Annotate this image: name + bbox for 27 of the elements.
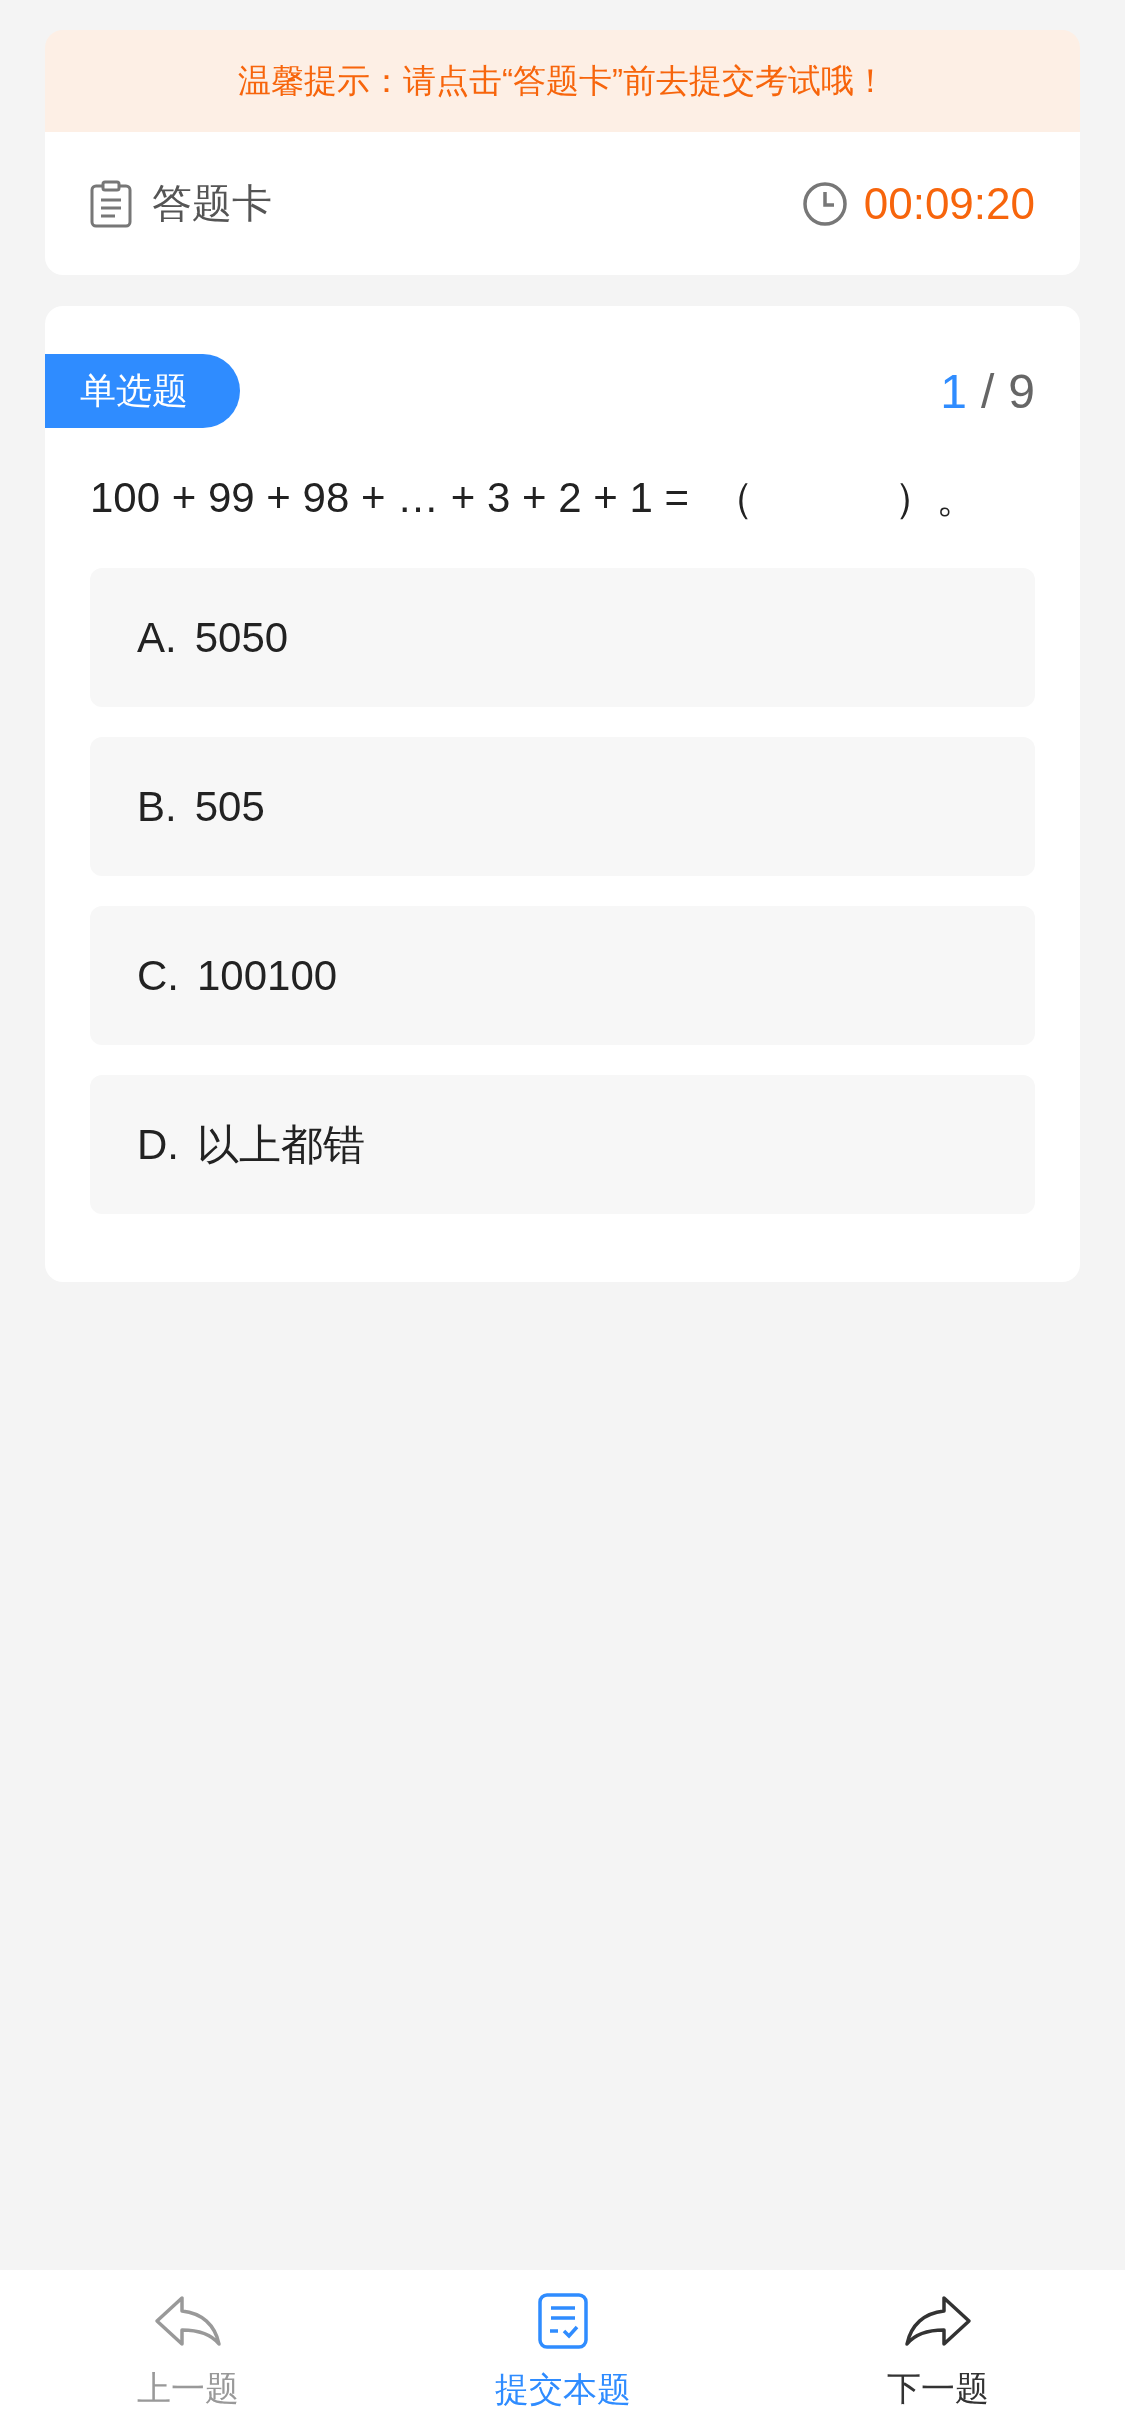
answer-card-title[interactable]: 答题卡 bbox=[152, 176, 802, 231]
option-text: 100100 bbox=[197, 951, 338, 1000]
forward-arrow-icon bbox=[902, 2294, 973, 2348]
option-text: 505 bbox=[194, 782, 265, 831]
current-question-number: 1 bbox=[940, 363, 967, 419]
notice-text: 温馨提示：请点击“答题卡”前去提交考试哦！ bbox=[238, 60, 887, 101]
document-check-icon bbox=[537, 2293, 588, 2349]
option-text: 以上都错 bbox=[197, 1119, 365, 1170]
total-question-count: 9 bbox=[1008, 363, 1035, 419]
answer-option[interactable]: C. 100100 bbox=[90, 906, 1035, 1045]
question-type-tag: 单选题 bbox=[45, 354, 240, 428]
option-letter: D. bbox=[137, 1120, 179, 1169]
clipboard-icon bbox=[90, 179, 132, 228]
clock-icon bbox=[801, 180, 848, 227]
option-letter: C. bbox=[137, 951, 179, 1000]
counter-separator: / bbox=[980, 363, 995, 419]
next-button[interactable]: 下一题 bbox=[750, 2294, 1125, 2412]
answer-option[interactable]: A. 5050 bbox=[90, 568, 1035, 707]
option-letter: B. bbox=[137, 782, 177, 831]
question-text: 100 + 99 + 98 + … + 3 + 2 + 1 = （ ）。 bbox=[89, 473, 980, 523]
option-text: 5050 bbox=[194, 613, 289, 662]
answer-option[interactable]: D. 以上都错 bbox=[90, 1075, 1035, 1214]
answer-option[interactable]: B. 505 bbox=[90, 737, 1035, 876]
answer-card-bar[interactable]: 答题卡 00:09:20 bbox=[45, 132, 1080, 275]
reply-arrow-icon bbox=[152, 2294, 223, 2348]
countdown-timer: 00:09:20 bbox=[863, 178, 1035, 229]
option-letter: A. bbox=[137, 613, 177, 662]
